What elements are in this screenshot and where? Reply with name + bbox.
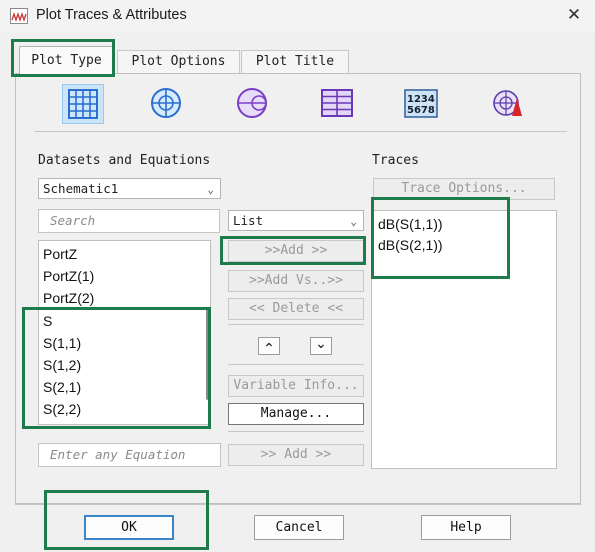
dataset-select[interactable]: Schematic1 ⌄ [38, 178, 221, 199]
highlight-box-tab [11, 39, 115, 77]
list-item[interactable]: PortZ [43, 246, 77, 262]
list-mode-select[interactable]: List ⌄ [228, 210, 364, 231]
divider [228, 431, 364, 432]
add-equation-button[interactable]: >> Add >> [228, 444, 364, 466]
tab-plot-title[interactable]: Plot Title [241, 50, 349, 73]
dataset-select-value: Schematic1 [43, 181, 119, 196]
move-down-button[interactable]: ⌄ [310, 337, 332, 355]
window-title: Plot Traces & Attributes [36, 7, 187, 23]
smith-chart-icon[interactable] [232, 84, 274, 124]
chevron-down-icon: ⌄ [207, 183, 214, 196]
tab-plot-options[interactable]: Plot Options [117, 50, 240, 73]
search-input[interactable]: Search [38, 209, 220, 233]
rectangular-plot-icon[interactable] [62, 84, 104, 124]
cancel-button[interactable]: Cancel [254, 515, 344, 540]
antenna-plot-icon[interactable] [488, 84, 530, 124]
add-vs-button[interactable]: >>Add Vs..>> [228, 270, 364, 292]
list-item[interactable]: PortZ(2) [43, 290, 94, 306]
highlight-box-traces [371, 197, 510, 279]
move-up-button[interactable]: ⌃ [258, 337, 280, 357]
close-icon[interactable]: ✕ [566, 6, 582, 24]
list-numeric-icon[interactable]: 1234 5678 [401, 84, 443, 124]
datasets-label: Datasets and Equations [38, 153, 211, 168]
polar-plot-icon[interactable] [146, 84, 188, 124]
delete-button[interactable]: << Delete << [228, 298, 364, 320]
divider [228, 364, 364, 365]
chevron-down-icon: ⌄ [350, 215, 357, 228]
list-item[interactable]: PortZ(1) [43, 268, 94, 284]
list-mode-value: List [233, 213, 264, 228]
app-waveform-icon [10, 8, 28, 24]
help-button[interactable]: Help [421, 515, 511, 540]
divider [228, 324, 364, 325]
table-icon[interactable] [317, 84, 359, 124]
divider [34, 131, 567, 132]
manage-button[interactable]: Manage... [228, 403, 364, 425]
numeric-icon-line2: 5678 [407, 105, 435, 116]
numeric-icon-line1: 1234 [407, 94, 435, 105]
highlight-box-s-params [22, 307, 211, 429]
highlight-box-ok [44, 490, 209, 550]
traces-label: Traces [372, 153, 419, 168]
highlight-box-add [220, 236, 366, 265]
equation-input[interactable]: Enter any Equation [38, 443, 221, 467]
variable-info-button[interactable]: Variable Info... [228, 375, 364, 397]
